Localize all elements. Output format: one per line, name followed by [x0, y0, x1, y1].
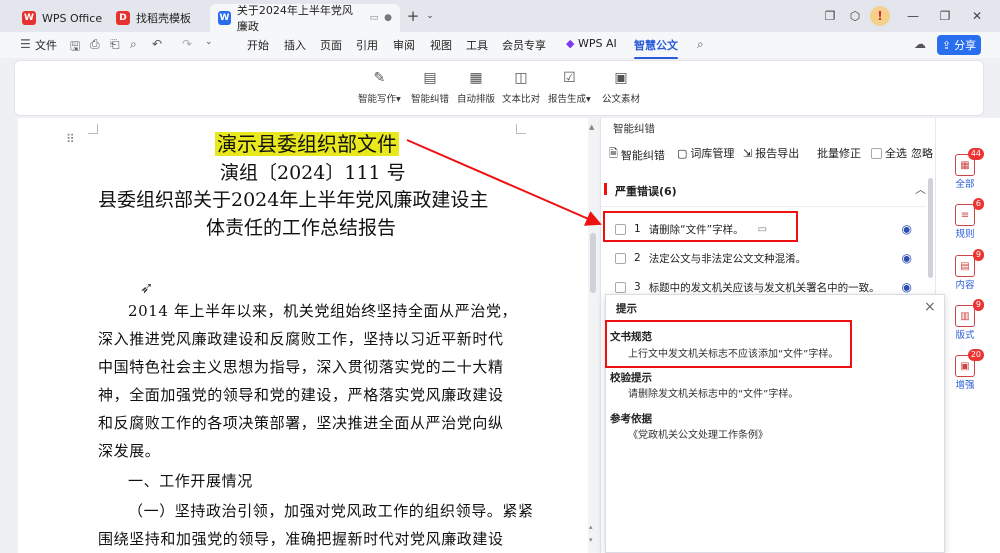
annotation-arrow — [406, 139, 602, 226]
